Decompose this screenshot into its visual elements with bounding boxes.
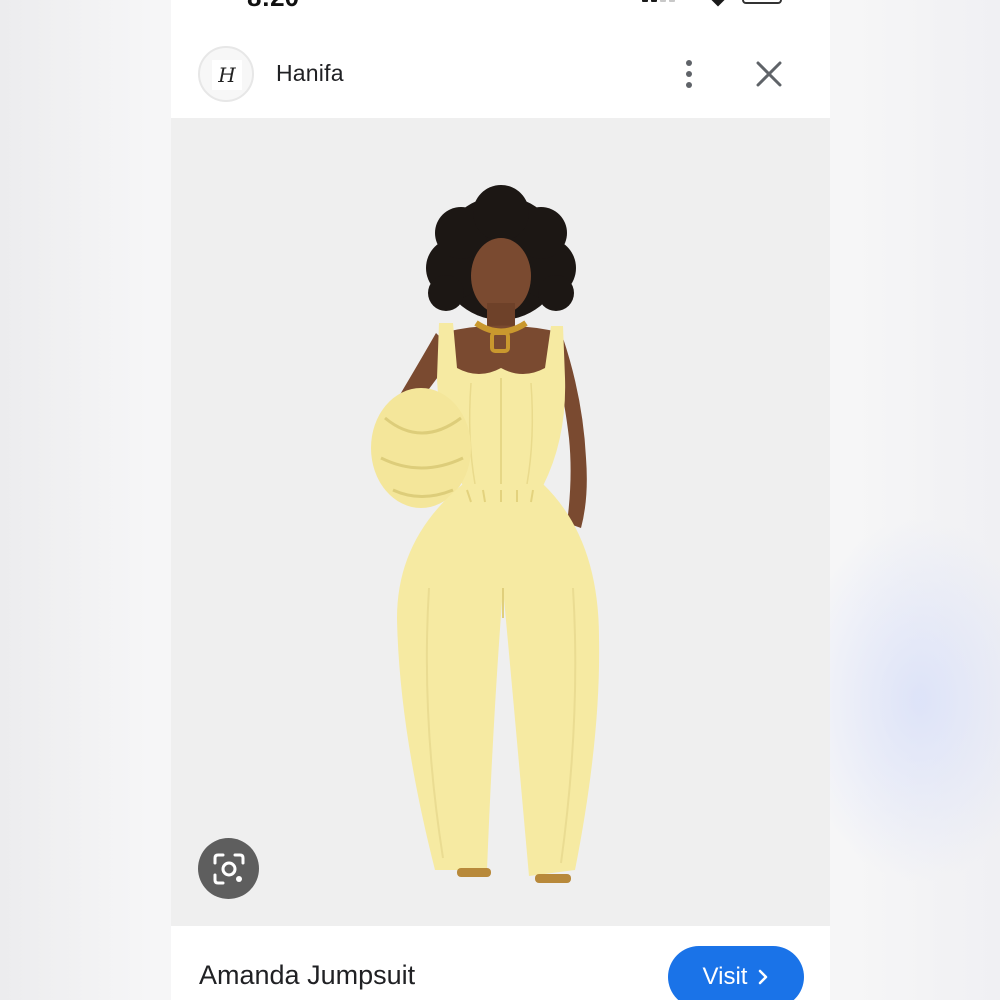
chevron-right-icon: [759, 969, 768, 985]
logo-glyph: H: [212, 60, 242, 90]
product-title: Amanda Jumpsuit: [199, 960, 416, 990]
visit-button-label: Visit: [702, 963, 748, 990]
close-icon[interactable]: [751, 56, 787, 92]
more-vert-icon[interactable]: [671, 54, 707, 94]
signal-icon: [642, 0, 682, 6]
visit-button[interactable]: Visit: [668, 946, 804, 1000]
product-footer: Amanda Jumpsuit Visit: [171, 926, 830, 1000]
phone-screen: 8:20 H Hanifa: [171, 0, 830, 1000]
header: H Hanifa: [171, 30, 830, 118]
site-name[interactable]: Hanifa: [276, 60, 344, 87]
site-logo[interactable]: H: [198, 46, 254, 102]
status-icons: [642, 0, 782, 7]
battery-icon: [742, 0, 782, 4]
model-figure: [371, 185, 600, 883]
status-time: 8:20: [247, 0, 299, 13]
wifi-icon: [709, 0, 727, 7]
status-bar: 8:20: [171, 0, 830, 13]
product-image[interactable]: [171, 118, 830, 926]
google-lens-icon[interactable]: [198, 838, 259, 899]
